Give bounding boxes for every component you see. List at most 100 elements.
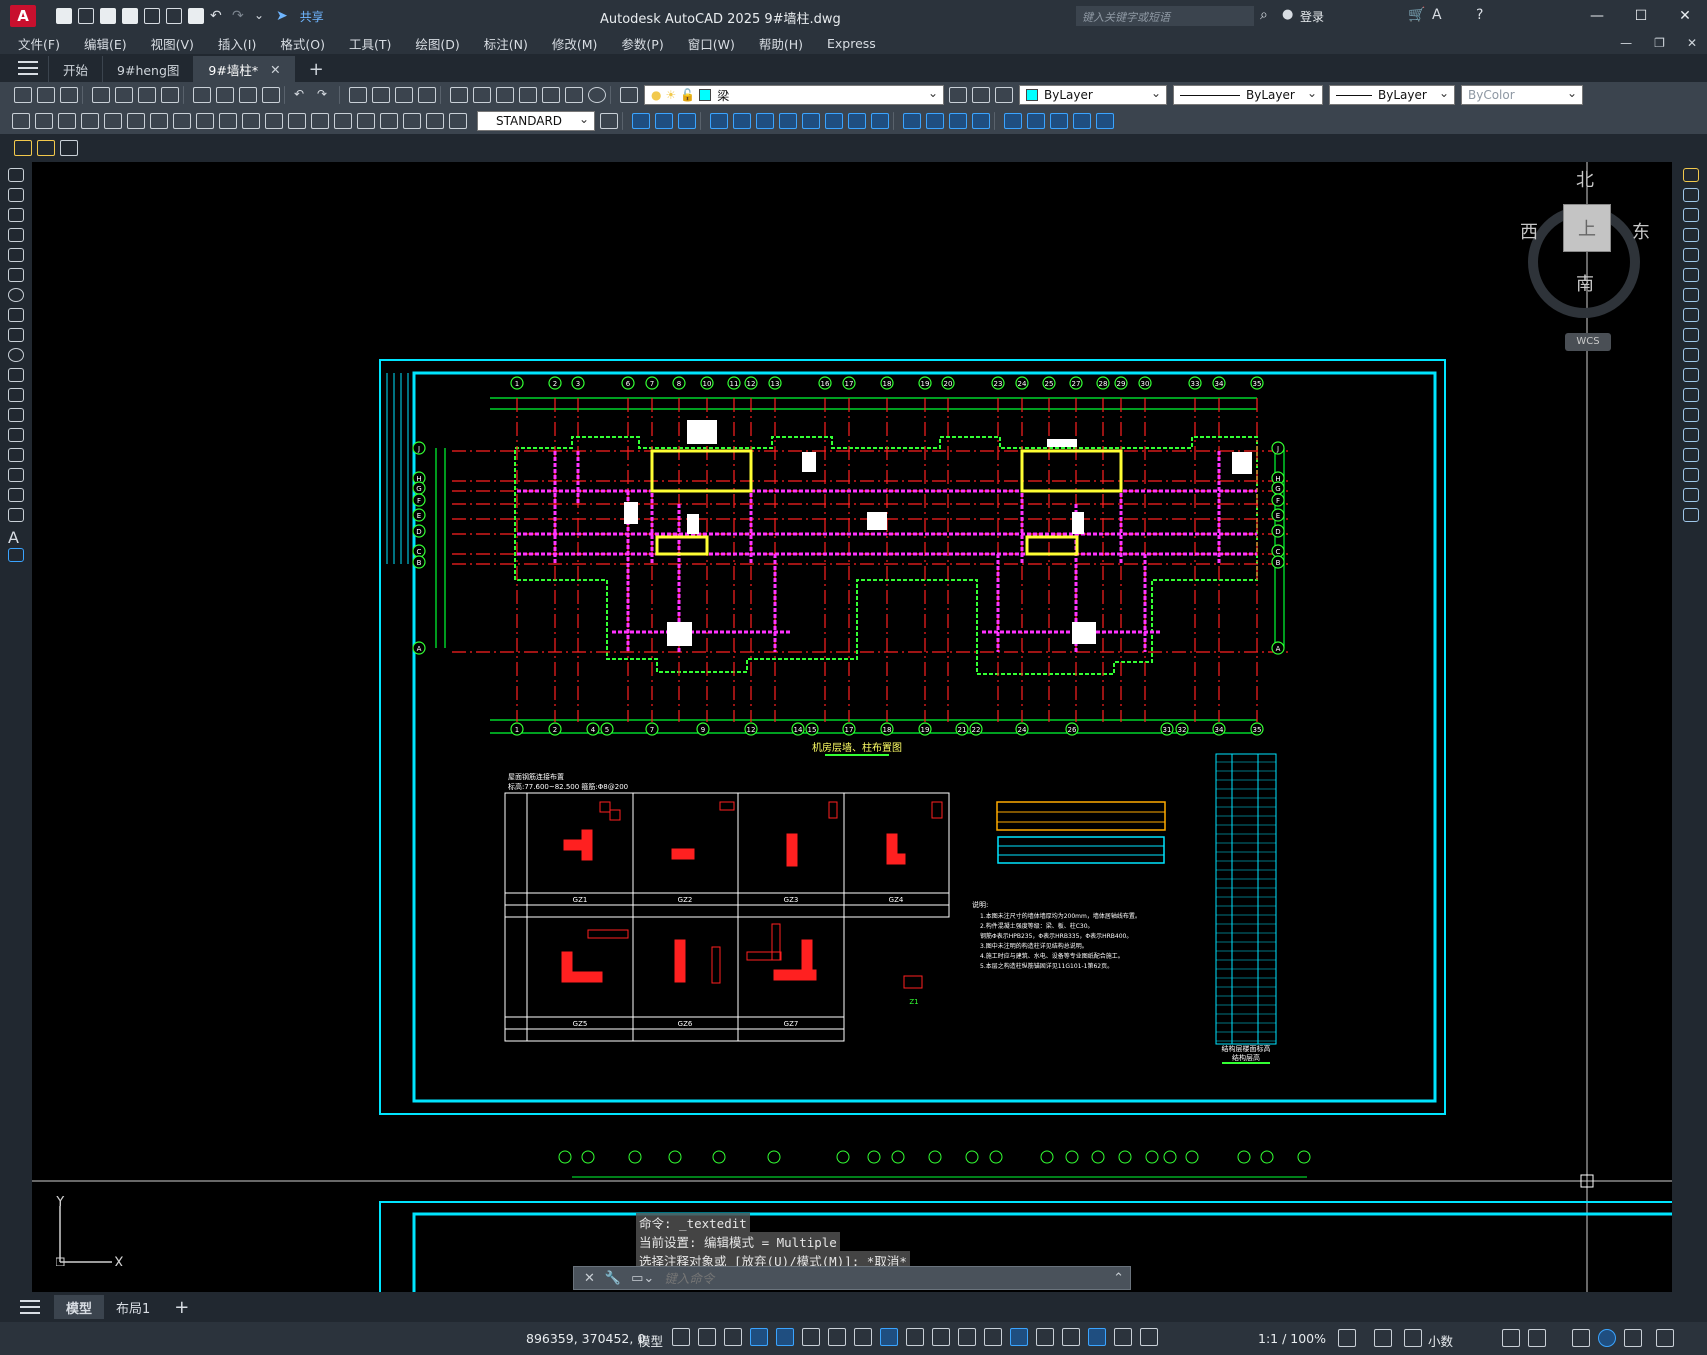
ortho-icon[interactable]: [776, 1328, 794, 1346]
menu-item[interactable]: 编辑(E): [84, 34, 127, 53]
section-icon[interactable]: [1050, 113, 1068, 129]
insert-block-icon[interactable]: [8, 388, 24, 402]
pan-icon[interactable]: [349, 87, 367, 103]
share-button[interactable]: 共享: [300, 8, 324, 25]
move-icon[interactable]: [1683, 268, 1699, 282]
break-icon[interactable]: [1683, 408, 1699, 422]
array-icon[interactable]: [1683, 248, 1699, 262]
tolerance-icon[interactable]: [311, 113, 329, 129]
customization-icon[interactable]: [1656, 1329, 1674, 1347]
linetype-dropdown[interactable]: ByLayer: [1173, 85, 1323, 105]
compass-west[interactable]: 西: [1520, 218, 1538, 244]
drawing-canvas[interactable]: 1 2 3 6 7 8 10 11 12 13 16 17 18 19 20 23 24 25 27 28 29 30 33…: [32, 162, 1672, 1292]
inspection-icon[interactable]: [357, 113, 375, 129]
construction-line-icon[interactable]: [8, 188, 24, 202]
menu-item[interactable]: 视图(V): [151, 34, 194, 53]
separate-icon[interactable]: [949, 113, 967, 129]
new-layout-icon[interactable]: +: [162, 1295, 201, 1319]
menu-item[interactable]: 工具(T): [349, 34, 391, 53]
annotation-visibility-icon[interactable]: [1088, 1328, 1106, 1346]
menu-item[interactable]: 标注(N): [484, 34, 528, 53]
plotstyle-dropdown[interactable]: ByColor: [1461, 85, 1583, 105]
layer-previous-icon[interactable]: [972, 87, 990, 103]
doc-restore-icon[interactable]: ❐: [1654, 36, 1665, 50]
customize-command-icon[interactable]: 🔧: [605, 1271, 621, 1286]
polar-tracking-icon[interactable]: [802, 1328, 820, 1346]
arc-length-icon[interactable]: [58, 113, 76, 129]
isolate-objects-icon[interactable]: [1572, 1329, 1590, 1347]
explode-icon[interactable]: [1683, 508, 1699, 522]
new-icon[interactable]: [56, 8, 72, 24]
object-snap-icon[interactable]: [880, 1328, 898, 1346]
markup-set-icon[interactable]: [14, 140, 32, 156]
dim-text-edit-icon[interactable]: [426, 113, 444, 129]
redo-tb-icon[interactable]: ↷: [317, 87, 335, 103]
minimize-icon[interactable]: —: [1575, 0, 1619, 32]
annotation-monitor-icon[interactable]: [1374, 1329, 1392, 1347]
aligned-dim-icon[interactable]: [35, 113, 53, 129]
layer-states-icon[interactable]: [995, 87, 1013, 103]
search-input[interactable]: 键入关键字或短语: [1076, 6, 1254, 26]
view-markup-icon[interactable]: [37, 140, 55, 156]
open-file-icon[interactable]: [37, 87, 55, 103]
login-button[interactable]: 登录: [1300, 8, 1324, 25]
quick-properties-icon[interactable]: [1502, 1329, 1520, 1347]
auto-scale-icon[interactable]: [1114, 1328, 1132, 1346]
clean-icon[interactable]: [926, 113, 944, 129]
close-icon[interactable]: ✕: [1663, 0, 1707, 32]
print-icon[interactable]: [92, 87, 110, 103]
color-faces-icon[interactable]: [871, 113, 889, 129]
move-faces-icon[interactable]: [733, 113, 751, 129]
jogged-linear-icon[interactable]: [380, 113, 398, 129]
units-dropdown[interactable]: 小数: [1428, 1331, 1453, 1350]
properties-icon[interactable]: [450, 87, 468, 103]
file-tab[interactable]: 开始: [48, 56, 102, 82]
new-tab-icon[interactable]: +: [295, 56, 338, 82]
make-current-layer-icon[interactable]: [949, 87, 967, 103]
doc-close-icon[interactable]: ✕: [1687, 36, 1697, 50]
menu-item[interactable]: 文件(F): [18, 34, 60, 53]
annotation-scale-icon[interactable]: [1140, 1328, 1158, 1346]
file-tab[interactable]: 9#墙柱* ✕: [193, 56, 295, 82]
break-at-point-icon[interactable]: [1683, 388, 1699, 402]
copy-icon[interactable]: [216, 87, 234, 103]
open-web-icon[interactable]: [144, 8, 160, 24]
menu-item[interactable]: 修改(M): [552, 34, 598, 53]
rotate-icon[interactable]: [1683, 288, 1699, 302]
menu-item[interactable]: 帮助(H): [759, 34, 803, 53]
command-history-toggle-icon[interactable]: ⌃: [1113, 1271, 1124, 1286]
open-icon[interactable]: [78, 8, 94, 24]
tool-palettes-icon[interactable]: [496, 87, 514, 103]
publish-icon[interactable]: [138, 87, 156, 103]
multiline-text-icon[interactable]: A: [8, 528, 24, 547]
dim-update-icon[interactable]: [449, 113, 467, 129]
gizmo-icon[interactable]: [1062, 1328, 1080, 1346]
save-as-icon[interactable]: [122, 8, 138, 24]
search-icon[interactable]: ⌕: [1260, 7, 1268, 23]
fillet-icon[interactable]: [1683, 468, 1699, 482]
layer-walk-icon[interactable]: [60, 140, 78, 156]
baseline-dim-icon[interactable]: [219, 113, 237, 129]
menu-item[interactable]: 插入(I): [218, 34, 256, 53]
delete-faces-icon[interactable]: [779, 113, 797, 129]
region-icon[interactable]: [8, 488, 24, 502]
workspace-gear-icon[interactable]: [1338, 1329, 1356, 1347]
help-icon[interactable]: ?: [1476, 7, 1483, 23]
grid-icon[interactable]: [672, 1328, 690, 1346]
maximize-icon[interactable]: ☐: [1619, 0, 1663, 32]
compass-north[interactable]: 北: [1576, 166, 1594, 192]
linear-dim-icon[interactable]: [12, 113, 30, 129]
taper-faces-icon[interactable]: [825, 113, 843, 129]
file-tabs-menu-icon[interactable]: [18, 61, 38, 75]
isodraft-icon[interactable]: [828, 1328, 846, 1346]
check-icon[interactable]: [1004, 113, 1022, 129]
ellipse-icon[interactable]: [8, 348, 24, 362]
qnew-icon[interactable]: [14, 87, 32, 103]
mirror-icon[interactable]: [1683, 208, 1699, 222]
layout-tab[interactable]: 模型: [54, 1295, 105, 1319]
viewcube[interactable]: 北 南 东 西 上: [1498, 170, 1668, 356]
cursor-coordinates[interactable]: 896359, 370452, 0: [526, 1331, 645, 1346]
interfere-icon[interactable]: [1073, 113, 1091, 129]
file-tab[interactable]: 9#heng图: [102, 56, 193, 82]
text-style-dropdown[interactable]: STANDARD: [477, 111, 595, 131]
